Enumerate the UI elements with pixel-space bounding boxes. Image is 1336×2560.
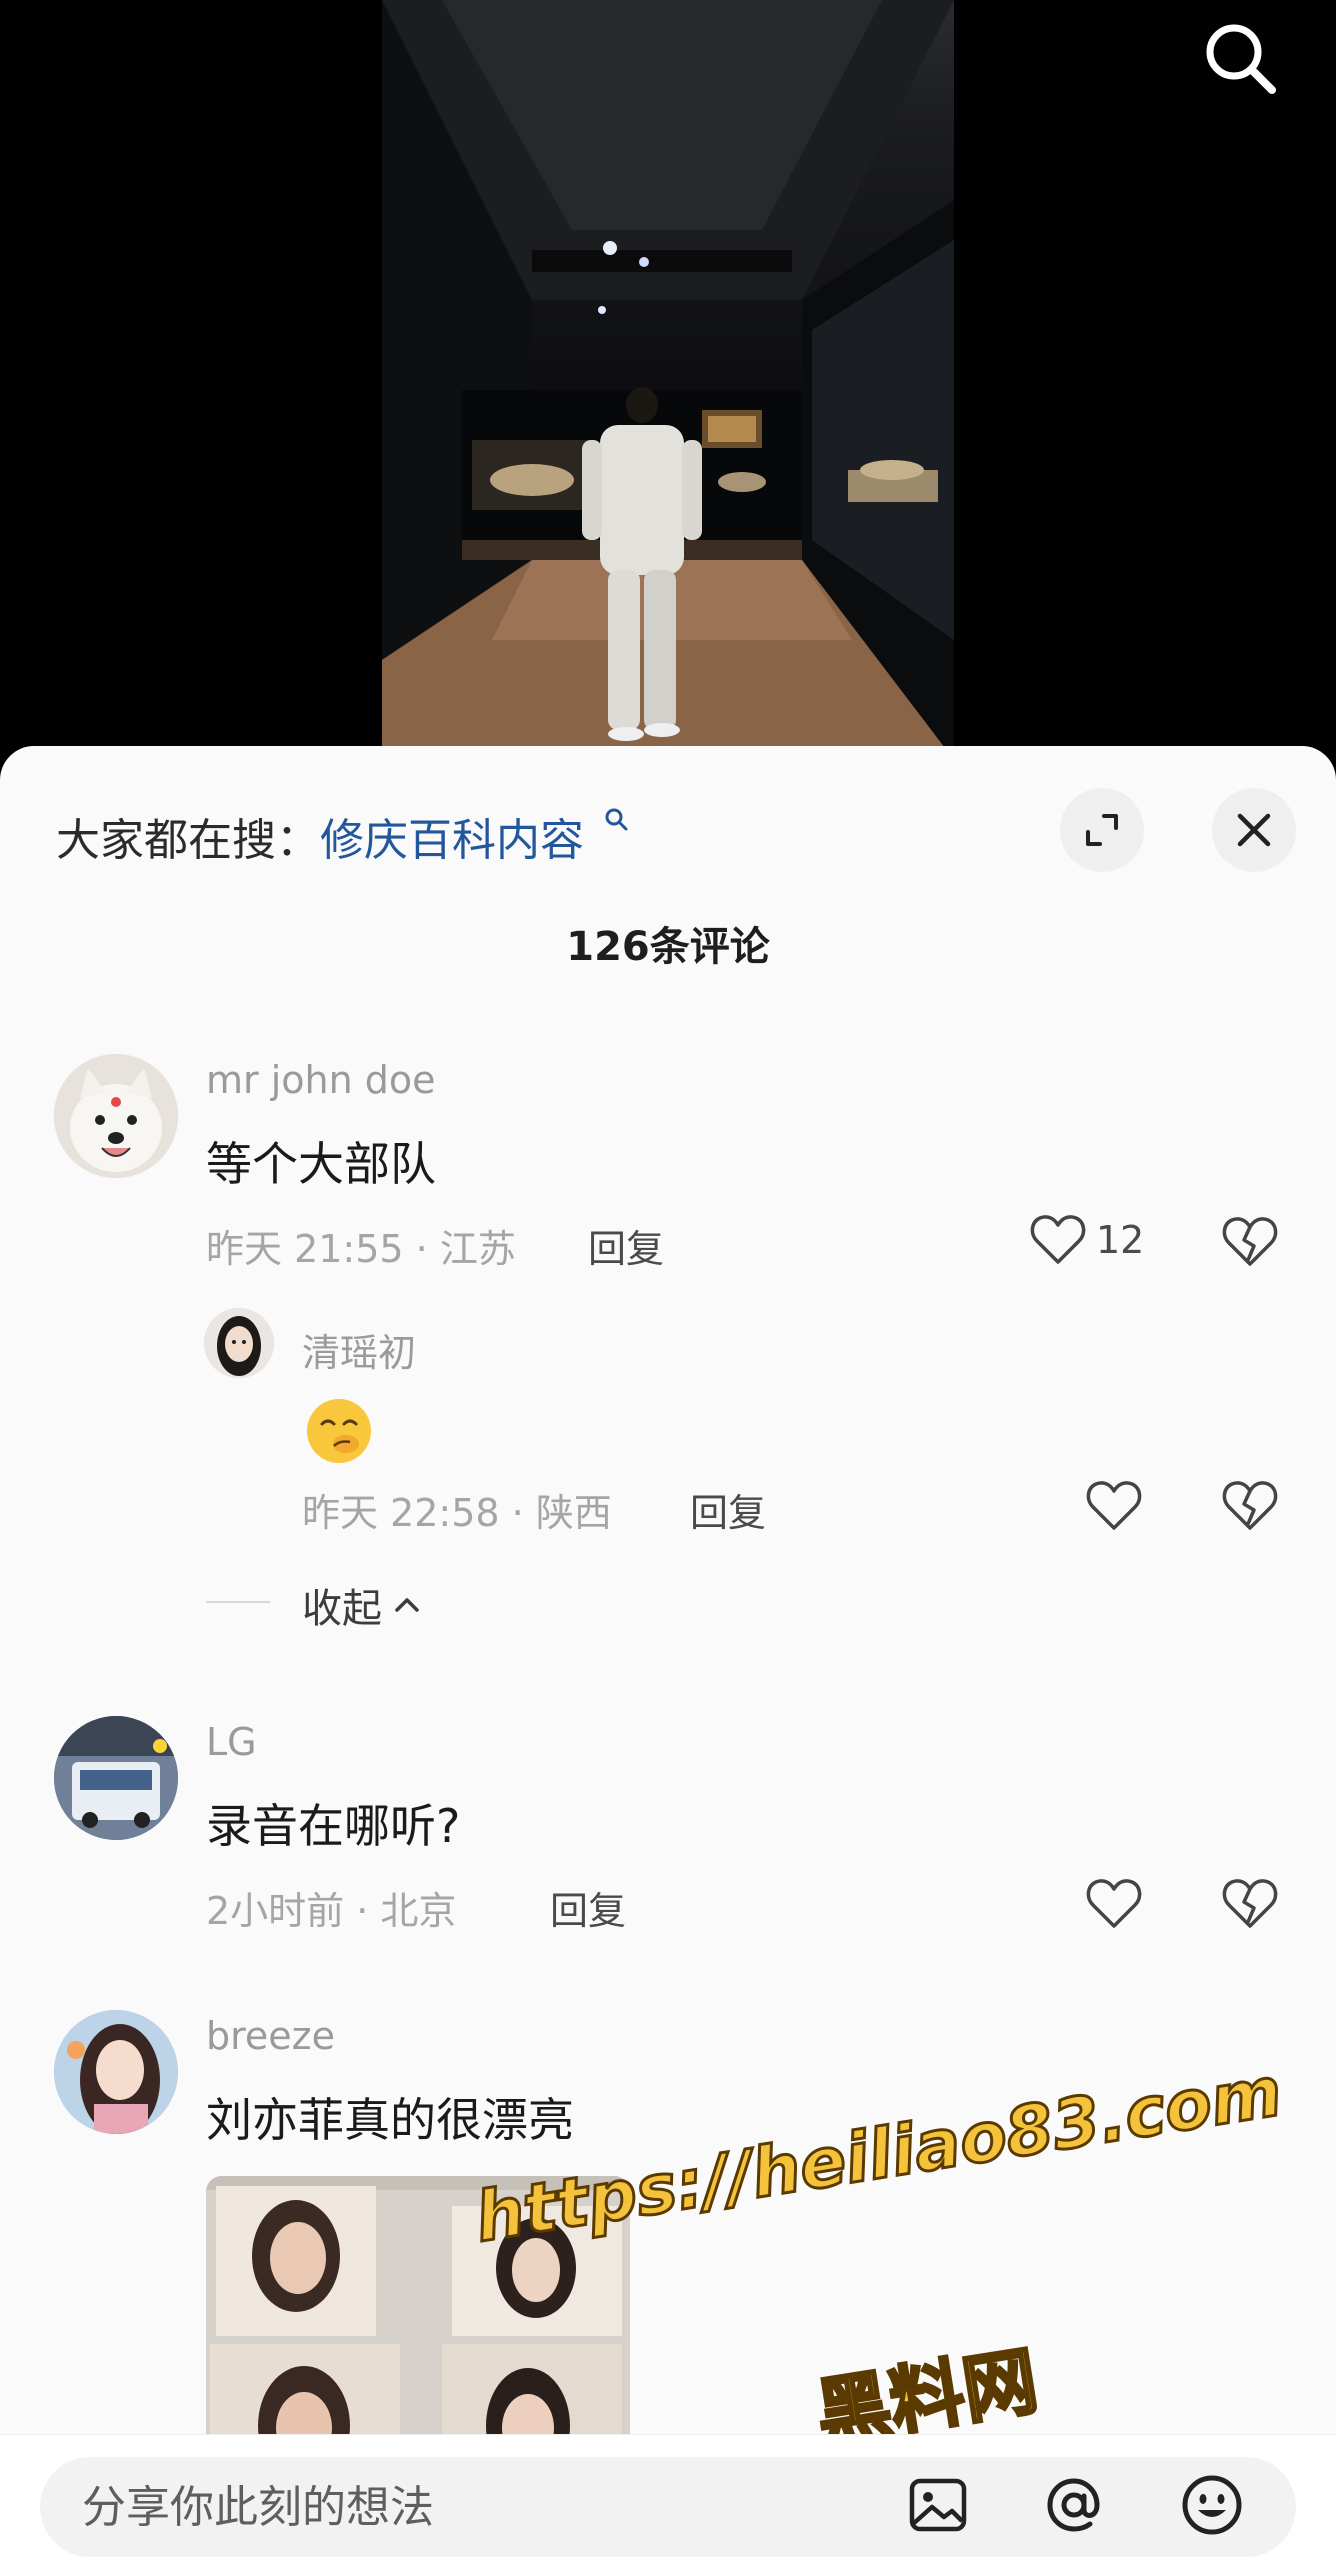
- comments-count-title: 126条评论: [566, 924, 770, 970]
- collapse-divider: [206, 1601, 270, 1603]
- avatar[interactable]: [54, 2010, 178, 2134]
- dislike-button[interactable]: [1222, 1216, 1278, 1268]
- hot-search-prefix: 大家都在搜：: [56, 815, 320, 866]
- heart-icon: [1086, 1481, 1142, 1530]
- avatar[interactable]: [54, 1054, 178, 1178]
- comment-username[interactable]: mr john doe: [206, 1058, 436, 1102]
- reply-button[interactable]: 回复: [588, 1218, 664, 1273]
- smiley-icon: [1182, 2475, 1242, 2535]
- comment-meta: 2小时前 · 北京: [206, 1889, 457, 1933]
- hot-search-keyword[interactable]: 修庆百科内容: [320, 815, 584, 866]
- like-button[interactable]: [1086, 1878, 1142, 1930]
- at-icon: [1047, 2478, 1100, 2532]
- mention-button[interactable]: [1034, 2465, 1114, 2545]
- close-icon: [1237, 813, 1271, 847]
- video-player[interactable]: [0, 0, 1336, 760]
- emoji-button[interactable]: [1172, 2465, 1252, 2545]
- reply-button[interactable]: 回复: [690, 1482, 766, 1537]
- broken-heart-icon: [1222, 1879, 1278, 1928]
- comment-text: 刘亦菲真的很漂亮: [206, 2093, 574, 2147]
- expand-button[interactable]: [1060, 788, 1144, 872]
- comment-input-bar: [0, 2434, 1336, 2560]
- broken-heart-icon: [1222, 1217, 1278, 1266]
- video-scene-image: [382, 0, 954, 760]
- reply-button[interactable]: 回复: [550, 1880, 626, 1935]
- dislike-button[interactable]: [1222, 1878, 1278, 1930]
- heart-icon: [1030, 1215, 1086, 1264]
- comment-text: 录音在哪听?: [206, 1799, 461, 1853]
- close-button[interactable]: [1212, 788, 1296, 872]
- avatar[interactable]: [54, 1716, 178, 1840]
- like-count: 12: [1096, 1218, 1145, 1262]
- comments-sheet: 大家都在搜：修庆百科内容 126条评论 mr john doe 等个大部队 昨天…: [0, 746, 1336, 2560]
- bus-avatar-image: [54, 1716, 178, 1840]
- dog-avatar-image: [54, 1054, 178, 1178]
- collapse-replies-button[interactable]: 收起: [302, 1576, 424, 1634]
- like-button[interactable]: [1086, 1480, 1142, 1532]
- girl-illustration-avatar-image: [54, 2010, 178, 2134]
- hot-search-bar: 大家都在搜：修庆百科内容: [56, 804, 630, 868]
- small-search-icon: [605, 808, 628, 831]
- comment-meta: 昨天 21:55 · 江苏: [206, 1227, 516, 1271]
- comment-username[interactable]: LG: [206, 1720, 257, 1764]
- heart-icon: [1086, 1879, 1142, 1928]
- girl-avatar-image: [204, 1308, 274, 1378]
- search-icon: [1206, 24, 1276, 94]
- like-button[interactable]: 12: [1030, 1214, 1144, 1266]
- collapse-label: 收起: [302, 1586, 382, 1632]
- comment-username[interactable]: breeze: [206, 2014, 335, 2058]
- shush-emoji-icon: [307, 1399, 371, 1463]
- video-frame[interactable]: [382, 0, 954, 760]
- search-button[interactable]: [1196, 14, 1286, 104]
- image-picker-button[interactable]: [898, 2465, 978, 2545]
- expand-icon: [1086, 814, 1118, 846]
- dislike-button[interactable]: [1222, 1480, 1278, 1532]
- chevron-up-icon: [395, 1598, 419, 1612]
- image-icon: [909, 2478, 967, 2532]
- comment-text: 等个大部队: [206, 1137, 436, 1191]
- broken-heart-icon: [1222, 1481, 1278, 1530]
- reply-username[interactable]: 清瑶初: [302, 1322, 416, 1377]
- reply-meta: 昨天 22:58 · 陕西: [302, 1491, 612, 1535]
- reply-avatar[interactable]: [204, 1308, 274, 1378]
